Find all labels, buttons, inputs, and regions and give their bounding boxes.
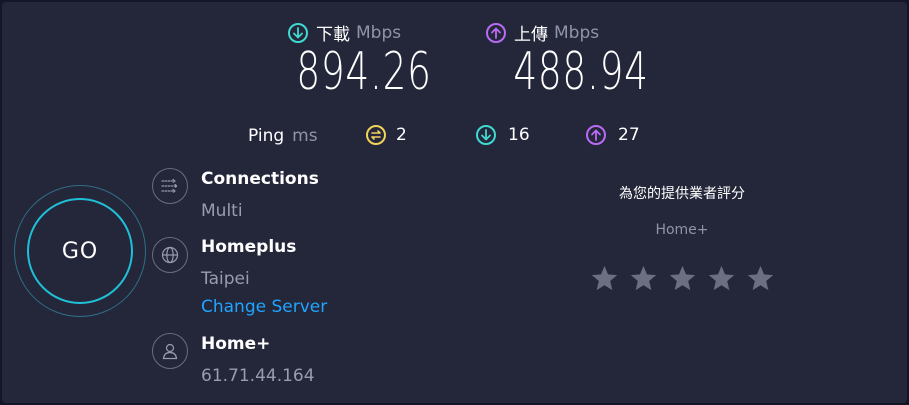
upload-ping: 27 <box>586 125 640 145</box>
download-speed-value: 894.26 <box>296 42 432 102</box>
idle-ping-icon <box>366 125 386 145</box>
ping-label: Ping <box>248 126 285 146</box>
idle-ping-value: 2 <box>396 125 407 145</box>
star-1-icon[interactable] <box>590 264 619 293</box>
download-unit: Mbps <box>356 22 402 43</box>
star-4-icon[interactable] <box>707 264 736 293</box>
connections-title: Connections <box>201 169 319 189</box>
server-name: Homeplus <box>201 237 297 257</box>
upload-ping-icon <box>586 125 606 145</box>
change-server-link[interactable]: Change Server <box>201 297 327 317</box>
upload-ping-value: 27 <box>618 125 640 145</box>
idle-ping: 2 <box>366 125 407 145</box>
server-location: Taipei <box>201 269 250 289</box>
connections-value: Multi <box>201 201 243 221</box>
provider-name: Home+ <box>201 334 271 354</box>
download-arrow-icon <box>288 22 308 43</box>
star-2-icon[interactable] <box>629 264 658 293</box>
download-ping: 16 <box>476 125 530 145</box>
ping-unit: ms <box>292 126 318 146</box>
upload-unit: Mbps <box>554 22 600 43</box>
connections-icon <box>152 168 188 204</box>
rating-provider: Home+ <box>655 222 709 238</box>
rating-title: 為您的提供業者評分 <box>619 186 745 202</box>
download-ping-value: 16 <box>508 125 530 145</box>
upload-speed-value: 488.94 <box>513 42 649 102</box>
star-3-icon[interactable] <box>668 264 697 293</box>
download-ping-icon <box>476 125 496 145</box>
star-5-icon[interactable] <box>746 264 775 293</box>
go-button[interactable]: GO <box>27 198 133 304</box>
upload-arrow-icon <box>486 22 506 43</box>
rating-stars <box>590 264 775 293</box>
user-icon <box>152 333 188 369</box>
provider-ip: 61.71.44.164 <box>201 366 315 386</box>
globe-icon <box>152 237 188 273</box>
ping-header: Ping ms <box>248 126 318 146</box>
